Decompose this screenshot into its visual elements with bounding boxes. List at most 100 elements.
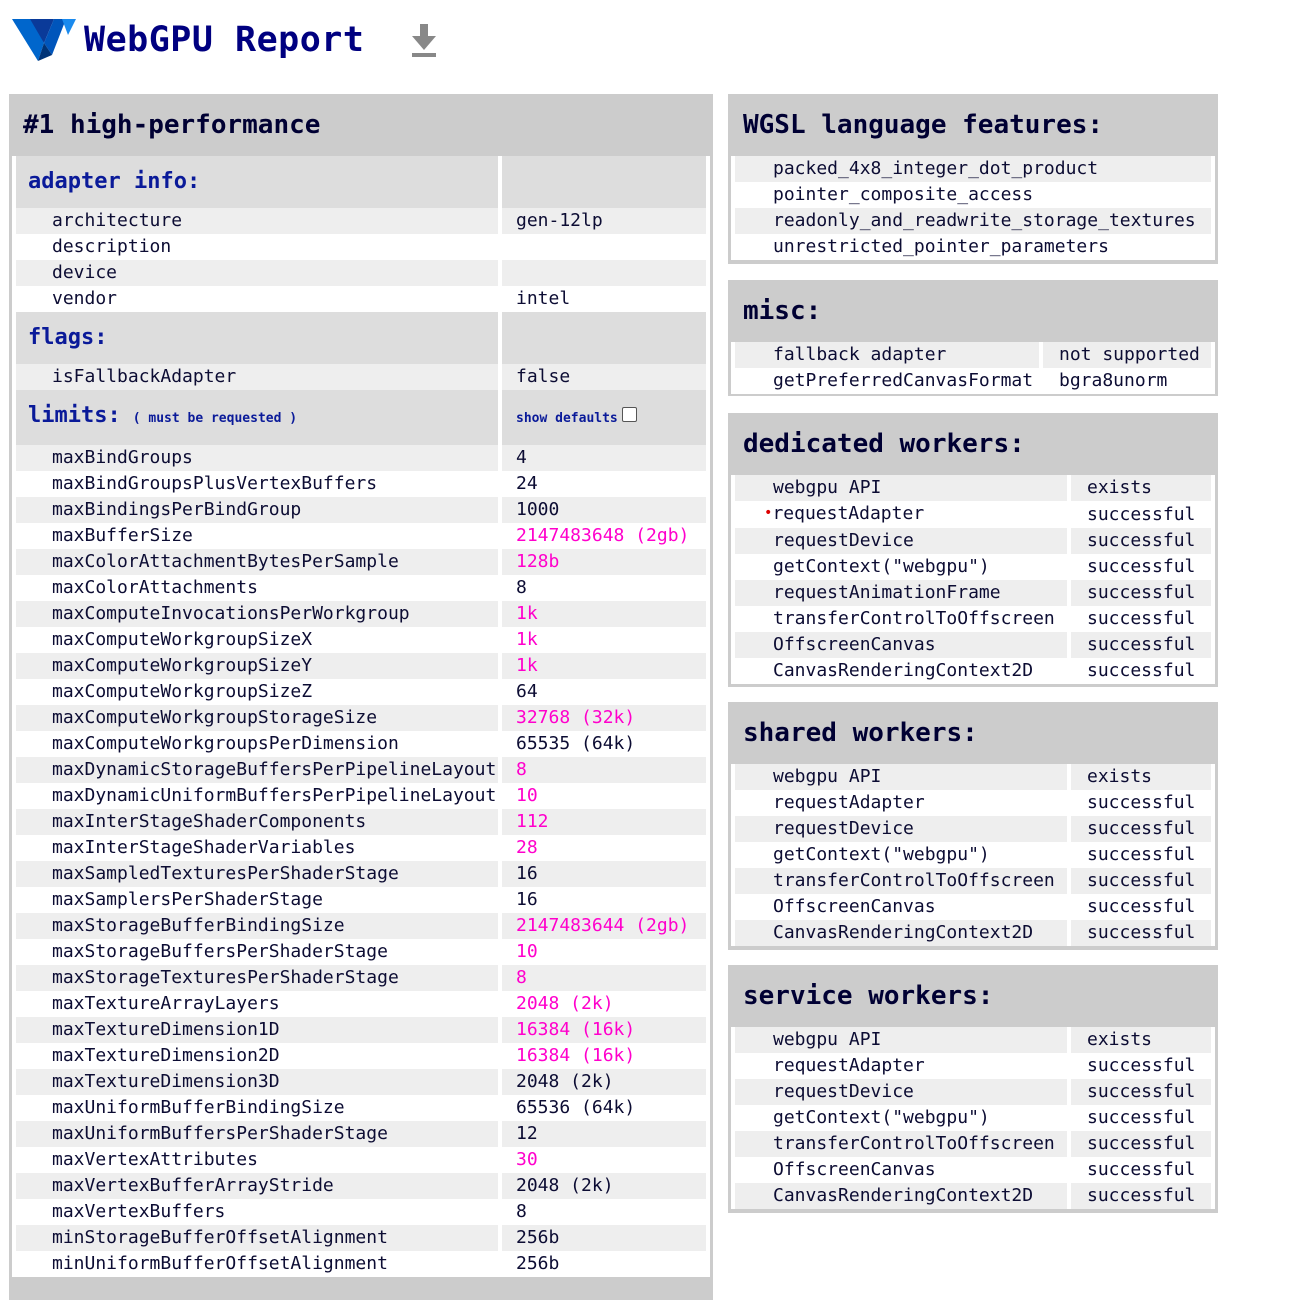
table-row: maxDynamicUniformBuffersPerPipelineLayou… <box>16 783 706 809</box>
row-key: maxComputeWorkgroupSizeX <box>16 627 498 653</box>
row-key: OffscreenCanvas <box>735 894 1067 920</box>
shared-worker-row: getContext("webgpu") successful <box>735 842 1211 868</box>
table-row: maxInterStageShaderComponents 112 <box>16 809 706 835</box>
row-key: maxVertexBufferArrayStride <box>16 1173 498 1199</box>
wgsl-feature: pointer_composite_access <box>735 182 1211 208</box>
row-key-text: requestAdapter <box>773 1055 925 1076</box>
row-value: 2048 (2k) <box>502 991 706 1017</box>
shared-worker-row: OffscreenCanvas successful <box>735 894 1211 920</box>
row-key: maxSamplersPerShaderStage <box>16 887 498 913</box>
row-key: maxTextureDimension3D <box>16 1069 498 1095</box>
table-row: getPreferredCanvasFormat bgra8unorm <box>735 368 1211 394</box>
download-icon[interactable] <box>410 22 438 58</box>
row-key: maxUniformBufferBindingSize <box>16 1095 498 1121</box>
row-key: CanvasRenderingContext2D <box>735 1183 1067 1209</box>
row-value: successful <box>1071 580 1211 606</box>
row-value: successful <box>1071 842 1211 868</box>
service-worker-row: webgpu API exists <box>735 1027 1211 1053</box>
row-key: maxStorageBufferBindingSize <box>16 913 498 939</box>
limits-note: ( must be requested ) <box>132 411 298 426</box>
misc-panel-title: misc: <box>743 296 822 326</box>
table-row: maxComputeWorkgroupStorageSize 32768 (32k… <box>16 705 706 731</box>
row-value: 10 <box>502 783 706 809</box>
shared-worker-row: CanvasRenderingContext2D successful <box>735 920 1211 946</box>
row-value: 1k <box>502 601 706 627</box>
row-key-text: maxUniformBufferBindingSize <box>52 1097 345 1118</box>
show-defaults-checkbox[interactable] <box>621 407 637 422</box>
table-row: minUniformBufferOffsetAlignment 256b <box>16 1251 706 1277</box>
row-key: maxComputeWorkgroupSizeY <box>16 653 498 679</box>
table-row: maxUniformBufferBindingSize 65536 (64k) <box>16 1095 706 1121</box>
table-row: maxComputeInvocationsPerWorkgroup 1k <box>16 601 706 627</box>
dedicated-worker-row: requestAnimationFrame successful <box>735 580 1211 606</box>
row-key-text: CanvasRenderingContext2D <box>773 1185 1034 1206</box>
row-value: 16 <box>502 887 706 913</box>
row-key-text: maxSampledTexturesPerShaderStage <box>52 863 399 884</box>
wgsl-feature-row: pointer_composite_access <box>735 182 1211 208</box>
row-key: vendor <box>16 286 498 312</box>
row-value: 10 <box>502 939 706 965</box>
row-value: 12 <box>502 1121 706 1147</box>
row-key-text: maxBufferSize <box>52 525 193 546</box>
row-key: minStorageBufferOffsetAlignment <box>16 1225 498 1251</box>
row-value: 2147483644 (2gb) <box>502 913 706 939</box>
adapter-info-section: adapter info: <box>16 156 706 208</box>
row-key-text: maxStorageBuffersPerShaderStage <box>52 941 388 962</box>
row-value: successful <box>1071 1183 1211 1209</box>
dedicated-worker-row: transferControlToOffscreen successful <box>735 606 1211 632</box>
row-value: 8 <box>502 1199 706 1225</box>
limits-section-label: limits: <box>28 403 121 428</box>
wgsl-feature-row: readonly_and_readwrite_storage_textures <box>735 208 1211 234</box>
error-dot-icon: • <box>764 505 773 521</box>
row-key-text: OffscreenCanvas <box>773 634 936 655</box>
table-row: maxBindingsPerBindGroup 1000 <box>16 497 706 523</box>
row-key: maxTextureDimension2D <box>16 1043 498 1069</box>
row-key-text: maxColorAttachmentBytesPerSample <box>52 551 399 572</box>
table-row: maxComputeWorkgroupSizeZ 64 <box>16 679 706 705</box>
row-key: maxInterStageShaderVariables <box>16 835 498 861</box>
table-row: maxBindGroups 4 <box>16 445 706 471</box>
row-value: 16 <box>502 861 706 887</box>
service-worker-row: transferControlToOffscreen successful <box>735 1131 1211 1157</box>
row-key-text: maxTextureDimension1D <box>52 1019 280 1040</box>
row-value: 256b <box>502 1225 706 1251</box>
flags-section: flags: <box>16 312 706 364</box>
table-row: maxColorAttachments 8 <box>16 575 706 601</box>
row-key-text: minUniformBufferOffsetAlignment <box>52 1253 388 1274</box>
row-key: description <box>16 234 498 260</box>
table-row: maxBufferSize 2147483648 (2gb) <box>16 523 706 549</box>
row-value: 16384 (16k) <box>502 1017 706 1043</box>
row-value: 1000 <box>502 497 706 523</box>
row-value: 8 <box>502 965 706 991</box>
row-key-text: minStorageBufferOffsetAlignment <box>52 1227 388 1248</box>
row-key: requestAnimationFrame <box>735 580 1067 606</box>
row-key: transferControlToOffscreen <box>735 1131 1067 1157</box>
service-workers-title: service workers: <box>743 981 994 1011</box>
service-workers-panel: service workers: webgpu API exists request… <box>728 965 1218 1213</box>
row-value: successful <box>1071 632 1211 658</box>
row-key: maxSampledTexturesPerShaderStage <box>16 861 498 887</box>
row-key: maxInterStageShaderComponents <box>16 809 498 835</box>
row-key-text: maxTextureDimension2D <box>52 1045 280 1066</box>
table-row: maxUniformBuffersPerShaderStage 12 <box>16 1121 706 1147</box>
row-key-text: maxUniformBuffersPerShaderStage <box>52 1123 388 1144</box>
row-value: successful <box>1071 868 1211 894</box>
dedicated-worker-row: webgpu API exists <box>735 475 1211 501</box>
row-value: not supported <box>1043 342 1211 368</box>
row-value: successful <box>1071 554 1211 580</box>
row-value: 2048 (2k) <box>502 1069 706 1095</box>
table-row: maxVertexAttributes 30 <box>16 1147 706 1173</box>
row-key-text: architecture <box>52 210 183 231</box>
show-defaults-label: show defaults <box>516 410 618 426</box>
table-row: maxTextureArrayLayers 2048 (2k) <box>16 991 706 1017</box>
row-value: 30 <box>502 1147 706 1173</box>
row-key-text: maxColorAttachments <box>52 577 258 598</box>
dedicated-workers-title: dedicated workers: <box>743 429 1025 459</box>
row-key-text: maxComputeWorkgroupSizeZ <box>52 681 313 702</box>
shared-worker-row: webgpu API exists <box>735 764 1211 790</box>
row-value: successful <box>1071 606 1211 632</box>
row-key-text: maxComputeWorkgroupsPerDimension <box>52 733 399 754</box>
row-key: maxColorAttachmentBytesPerSample <box>16 549 498 575</box>
row-value: intel <box>502 286 706 312</box>
row-key-text: fallback adapter <box>773 344 947 365</box>
